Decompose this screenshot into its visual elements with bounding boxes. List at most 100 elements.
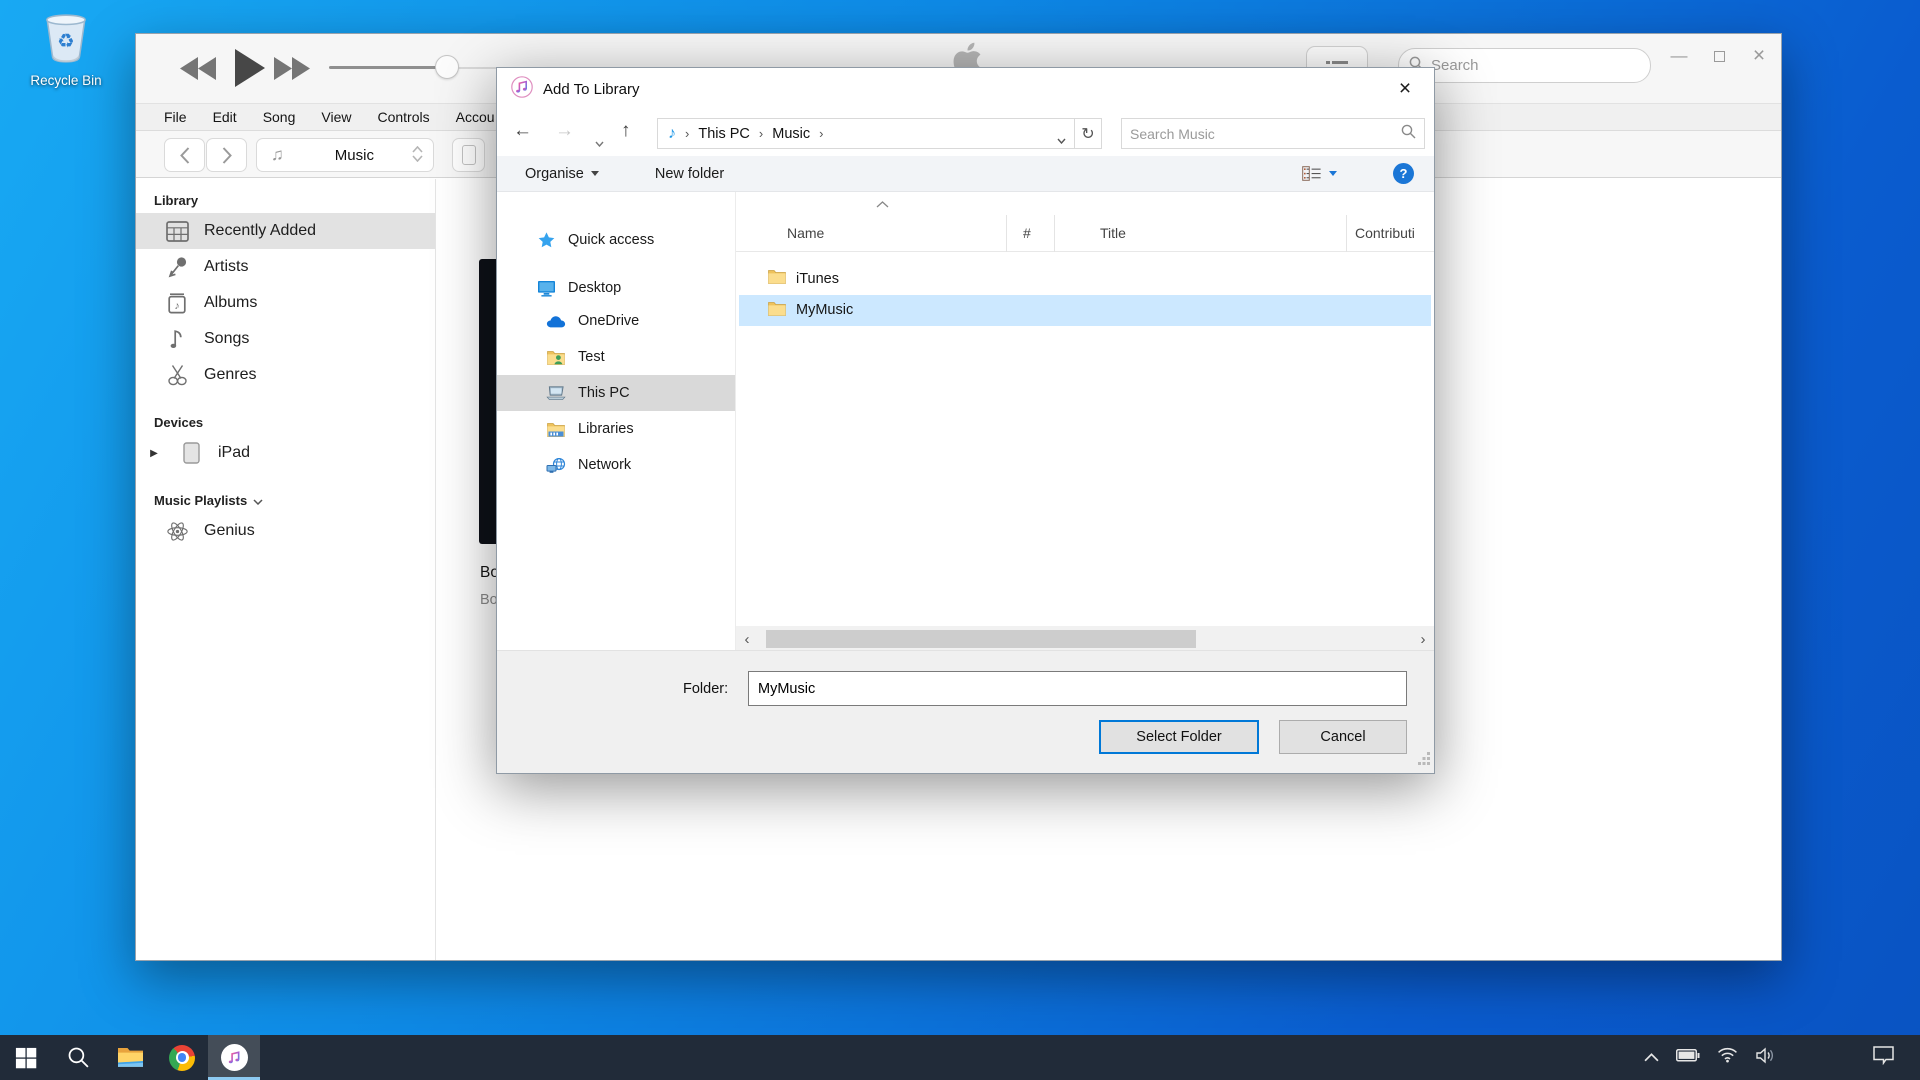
breadcrumb-item-this-pc[interactable]: This PC bbox=[698, 126, 750, 142]
dialog-titlebar[interactable]: Add To Library × bbox=[497, 68, 1434, 111]
column-divider[interactable] bbox=[1346, 215, 1347, 252]
nav-item-test[interactable]: Test bbox=[497, 339, 735, 375]
nav-item-label: OneDrive bbox=[578, 313, 639, 329]
nav-item-desktop[interactable]: Desktop bbox=[497, 273, 735, 303]
scroll-left-icon[interactable]: ‹ bbox=[736, 626, 758, 652]
dialog-search-input[interactable] bbox=[1130, 126, 1401, 142]
help-button[interactable]: ? bbox=[1393, 163, 1414, 184]
sidebar-item-label: iPad bbox=[218, 444, 250, 462]
folder-icon bbox=[768, 301, 786, 320]
folder-icon bbox=[768, 269, 786, 288]
column-divider[interactable] bbox=[1054, 215, 1055, 252]
chevron-down-icon[interactable] bbox=[253, 493, 263, 508]
maximize-button[interactable] bbox=[1702, 42, 1736, 70]
nav-item-quick-access[interactable]: Quick access bbox=[497, 225, 735, 255]
file-row-mymusic[interactable]: MyMusic bbox=[739, 295, 1431, 326]
nav-up-icon[interactable]: ↑ bbox=[621, 120, 631, 142]
resize-grip[interactable] bbox=[1418, 752, 1431, 770]
close-button[interactable]: × bbox=[1742, 42, 1776, 70]
volume-icon[interactable] bbox=[1755, 1047, 1776, 1069]
horizontal-scrollbar[interactable]: ‹ › bbox=[736, 626, 1434, 652]
search-icon bbox=[1401, 124, 1416, 144]
rewind-button[interactable] bbox=[180, 56, 218, 86]
menu-item-file[interactable]: File bbox=[164, 109, 187, 125]
column-header-[interactable]: # bbox=[1023, 225, 1031, 241]
scroll-right-icon[interactable]: › bbox=[1412, 626, 1434, 652]
nav-forward-icon[interactable]: → bbox=[555, 120, 574, 142]
new-folder-button[interactable]: New folder bbox=[655, 166, 724, 182]
library-selector-dropdown[interactable]: ♫ Music bbox=[256, 138, 434, 172]
minimize-button[interactable]: — bbox=[1662, 42, 1696, 70]
wifi-icon[interactable] bbox=[1717, 1047, 1738, 1068]
sidebar-item-genres[interactable]: Genres bbox=[136, 357, 435, 393]
select-folder-button[interactable]: Select Folder bbox=[1099, 720, 1259, 754]
sort-ascending-icon[interactable] bbox=[876, 195, 889, 213]
desktop-monitor-icon bbox=[535, 280, 557, 297]
organise-menu-button[interactable]: Organise bbox=[525, 166, 599, 182]
nav-item-label: Desktop bbox=[568, 280, 621, 296]
start-button[interactable] bbox=[0, 1035, 52, 1080]
fast-forward-button[interactable] bbox=[274, 56, 312, 86]
dialog-title: Add To Library bbox=[543, 81, 639, 98]
sidebar-item-ipad[interactable]: ▶ iPad bbox=[136, 435, 435, 471]
user-folder-icon bbox=[545, 350, 567, 365]
itunes-logo-icon bbox=[511, 76, 533, 103]
battery-icon[interactable] bbox=[1676, 1049, 1700, 1067]
dialog-search-box[interactable] bbox=[1121, 118, 1425, 149]
nav-item-network[interactable]: Network bbox=[497, 447, 735, 483]
menu-item-accou[interactable]: Accou bbox=[456, 109, 495, 125]
sidebar-item-albums[interactable]: ♪Albums bbox=[136, 285, 435, 321]
nav-item-this-pc[interactable]: This PC bbox=[497, 375, 735, 411]
breadcrumb-chevron-icon[interactable] bbox=[1057, 132, 1066, 148]
sidebar-item-songs[interactable]: Songs bbox=[136, 321, 435, 357]
menu-item-controls[interactable]: Controls bbox=[377, 109, 429, 125]
taskbar bbox=[0, 1035, 1920, 1080]
refresh-icon[interactable]: ↻ bbox=[1075, 118, 1102, 149]
device-button[interactable] bbox=[452, 138, 485, 172]
column-divider[interactable] bbox=[1006, 215, 1007, 252]
folder-name-input[interactable] bbox=[748, 671, 1407, 706]
forward-button[interactable] bbox=[206, 138, 247, 172]
hidden-icons-chevron-icon[interactable] bbox=[1644, 1049, 1659, 1067]
tablet-icon bbox=[178, 442, 204, 464]
column-header-title[interactable]: Title bbox=[1100, 225, 1126, 241]
dialog-navigation-bar: ← → ↑ ♪›This PC›Music› ↻ bbox=[497, 111, 1434, 156]
system-tray bbox=[1644, 1035, 1920, 1080]
sidebar-item-recently-added[interactable]: Recently Added bbox=[136, 213, 435, 249]
scrollbar-thumb[interactable] bbox=[766, 630, 1196, 648]
breadcrumb-item-music[interactable]: Music bbox=[772, 126, 810, 142]
column-header-name[interactable]: Name bbox=[787, 225, 824, 241]
action-center-icon[interactable] bbox=[1873, 1046, 1894, 1070]
menu-item-edit[interactable]: Edit bbox=[213, 109, 237, 125]
view-mode-button[interactable] bbox=[1302, 166, 1337, 181]
breadcrumb[interactable]: ♪›This PC›Music› bbox=[657, 118, 1075, 149]
column-header-contributi[interactable]: Contributi bbox=[1355, 225, 1415, 241]
nav-item-label: Quick access bbox=[568, 232, 654, 248]
file-row-itunes[interactable]: iTunes bbox=[739, 263, 1431, 294]
file-explorer-button[interactable] bbox=[104, 1035, 156, 1080]
play-button[interactable] bbox=[234, 49, 266, 92]
breadcrumb-separator-icon: › bbox=[759, 126, 763, 141]
chrome-button[interactable] bbox=[156, 1035, 208, 1080]
nav-back-icon[interactable]: ← bbox=[513, 120, 532, 142]
nav-item-libraries[interactable]: Libraries bbox=[497, 411, 735, 447]
sidebar-item-genius[interactable]: Genius bbox=[136, 513, 435, 549]
itunes-search-input[interactable] bbox=[1431, 57, 1621, 74]
sidebar-item-artists[interactable]: Artists bbox=[136, 249, 435, 285]
cancel-button[interactable]: Cancel bbox=[1279, 720, 1407, 754]
volume-slider-knob[interactable] bbox=[435, 55, 459, 79]
menu-item-song[interactable]: Song bbox=[263, 109, 296, 125]
back-button[interactable] bbox=[164, 138, 205, 172]
menu-item-view[interactable]: View bbox=[321, 109, 351, 125]
nav-item-label: Libraries bbox=[578, 421, 634, 437]
taskbar-search-button[interactable] bbox=[52, 1035, 104, 1080]
volume-slider-track[interactable] bbox=[329, 66, 439, 69]
nav-history-chevron-icon[interactable] bbox=[595, 131, 604, 153]
recycle-bin-shortcut[interactable]: ♻ Recycle Bin bbox=[18, 10, 114, 88]
music-note-icon[interactable]: ♪ bbox=[668, 125, 676, 143]
dialog-close-icon[interactable]: × bbox=[1384, 72, 1426, 106]
itunes-taskbar-button[interactable] bbox=[208, 1035, 260, 1080]
expand-arrow-icon[interactable]: ▶ bbox=[144, 448, 164, 459]
itunes-search-box[interactable] bbox=[1398, 48, 1651, 83]
nav-item-onedrive[interactable]: OneDrive bbox=[497, 303, 735, 339]
